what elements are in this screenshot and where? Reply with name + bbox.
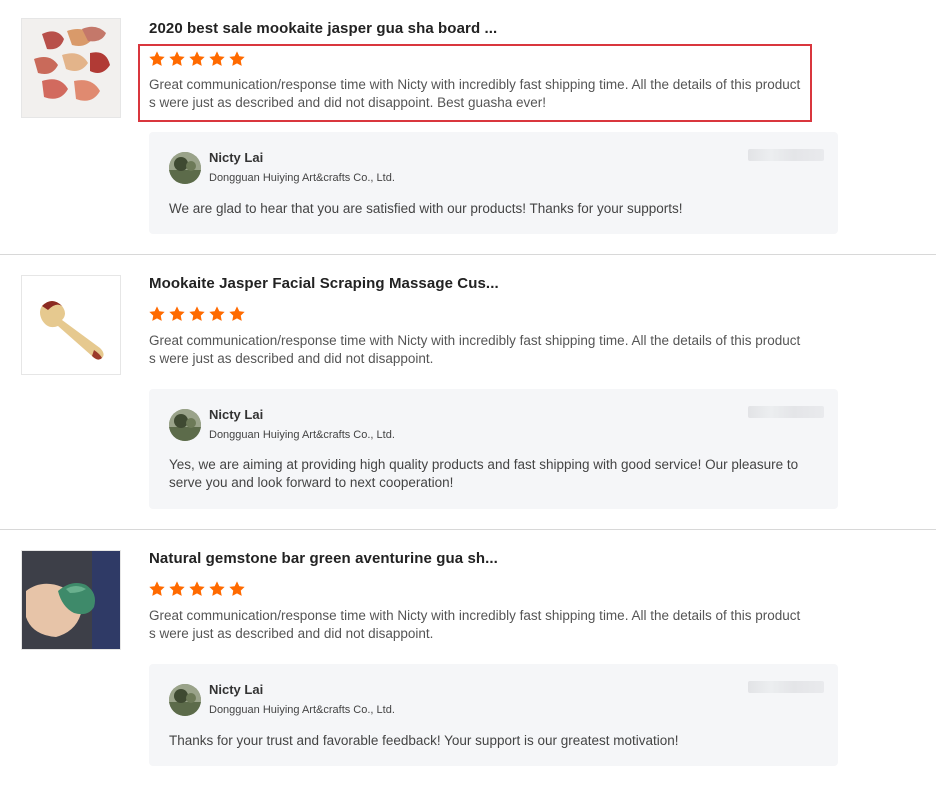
- seller-name: Nicty Lai: [209, 407, 264, 422]
- reply-date-blurred: [748, 406, 824, 418]
- seller-name: Nicty Lai: [209, 682, 264, 697]
- review-item: Natural gemstone bar green aventurine gu…: [0, 550, 936, 786]
- review-item: Mookaite Jasper Facial Scraping Massage …: [0, 275, 936, 530]
- star-icon: [149, 306, 165, 321]
- seller-avatar[interactable]: [169, 152, 201, 184]
- star-icon: [229, 581, 245, 596]
- star-icon: [189, 306, 205, 321]
- product-thumbnail[interactable]: [21, 18, 121, 118]
- star-icon: [149, 581, 165, 596]
- product-title[interactable]: Natural gemstone bar green aventurine gu…: [149, 550, 498, 567]
- star-icon: [169, 581, 185, 596]
- highlight-box: [138, 44, 812, 122]
- star-rating: [148, 580, 246, 600]
- seller-company: Dongguan Huiying Art&crafts Co., Ltd.: [209, 172, 395, 184]
- seller-name: Nicty Lai: [209, 150, 264, 165]
- review-item: 2020 best sale mookaite jasper gua sha b…: [0, 18, 936, 255]
- product-thumbnail[interactable]: [21, 275, 121, 375]
- product-thumbnail[interactable]: [21, 550, 121, 650]
- product-title[interactable]: Mookaite Jasper Facial Scraping Massage …: [149, 275, 499, 292]
- seller-reply: Nicty Lai Dongguan Huiying Art&crafts Co…: [149, 664, 838, 766]
- review-text: Great communication/response time with N…: [149, 608, 801, 641]
- reply-text: Thanks for your trust and favorable feed…: [169, 733, 679, 748]
- reviews-list: 2020 best sale mookaite jasper gua sha b…: [0, 0, 936, 786]
- star-icon: [169, 306, 185, 321]
- product-title[interactable]: 2020 best sale mookaite jasper gua sha b…: [149, 20, 497, 37]
- seller-avatar[interactable]: [169, 684, 201, 716]
- review-text: Great communication/response time with N…: [149, 333, 801, 366]
- seller-company: Dongguan Huiying Art&crafts Co., Ltd.: [209, 704, 395, 716]
- star-icon: [229, 306, 245, 321]
- seller-reply: Nicty Lai Dongguan Huiying Art&crafts Co…: [149, 389, 838, 509]
- reply-date-blurred: [748, 681, 824, 693]
- reply-date-blurred: [748, 149, 824, 161]
- seller-reply: Nicty Lai Dongguan Huiying Art&crafts Co…: [149, 132, 838, 234]
- seller-avatar[interactable]: [169, 409, 201, 441]
- seller-company: Dongguan Huiying Art&crafts Co., Ltd.: [209, 429, 395, 441]
- star-rating: [148, 305, 246, 325]
- reply-text: Yes, we are aiming at providing high qua…: [169, 457, 799, 490]
- reply-text: We are glad to hear that you are satisfi…: [169, 201, 683, 216]
- star-icon: [209, 581, 225, 596]
- star-icon: [209, 306, 225, 321]
- star-icon: [189, 581, 205, 596]
